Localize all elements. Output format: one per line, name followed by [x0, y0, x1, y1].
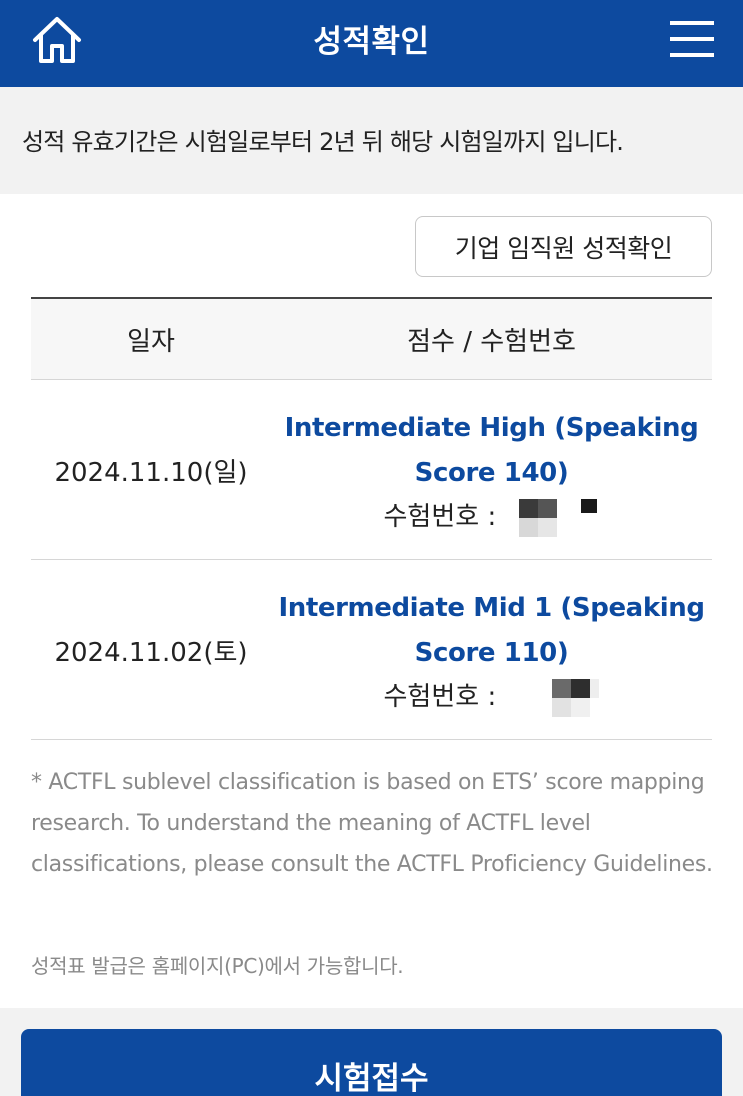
score-cell: Intermediate High (Speaking Score 140) 수…	[271, 406, 712, 538]
report-issue-note: 성적표 발급은 홈페이지(PC)에서 가능합니다.	[31, 954, 404, 978]
actfl-disclaimer: * ACTFL sublevel classification is based…	[31, 770, 713, 877]
corporate-score-check-button[interactable]: 기업 임직원 성적확인	[415, 216, 712, 277]
top-app-bar: 성적확인	[0, 0, 743, 87]
column-header-date: 일자	[127, 327, 175, 357]
score-result[interactable]: Intermediate High (Speaking	[271, 406, 712, 451]
exam-number-label: 수험번호 :	[383, 502, 497, 532]
menu-button[interactable]	[662, 10, 722, 68]
score-result-line2[interactable]: Score 140)	[271, 451, 712, 496]
score-result-line2[interactable]: Score 110)	[271, 631, 712, 676]
exam-number-label: 수험번호 :	[383, 682, 497, 712]
test-date: 2024.11.02(토)	[54, 637, 248, 668]
column-header-score: 점수 / 수험번호	[407, 327, 576, 357]
table-header: 일자 점수 / 수험번호	[31, 297, 712, 380]
page-title: 성적확인	[313, 23, 430, 60]
redacted-exam-number	[504, 678, 600, 717]
score-result[interactable]: Intermediate Mid 1 (Speaking	[271, 586, 712, 631]
validity-notice-text: 성적 유효기간은 시험일로부터 2년 뒤 해당 시험일까지 입니다.	[22, 128, 624, 156]
score-table: 일자 점수 / 수험번호 2024.11.10(일) Intermediate …	[31, 297, 712, 740]
redacted-exam-number	[504, 498, 599, 537]
validity-notice: 성적 유효기간은 시험일로부터 2년 뒤 해당 시험일까지 입니다.	[0, 87, 743, 194]
table-row: 2024.11.10(일) Intermediate High (Speakin…	[31, 380, 712, 560]
table-row: 2024.11.02(토) Intermediate Mid 1 (Speaki…	[31, 560, 712, 740]
test-date: 2024.11.10(일)	[54, 457, 248, 488]
exam-number-row: 수험번호 :	[271, 676, 712, 718]
score-cell: Intermediate Mid 1 (Speaking Score 110) …	[271, 586, 712, 718]
exam-number-row: 수험번호 :	[271, 496, 712, 538]
exam-registration-button[interactable]: 시험접수	[21, 1029, 722, 1096]
hamburger-menu-icon	[670, 21, 714, 57]
